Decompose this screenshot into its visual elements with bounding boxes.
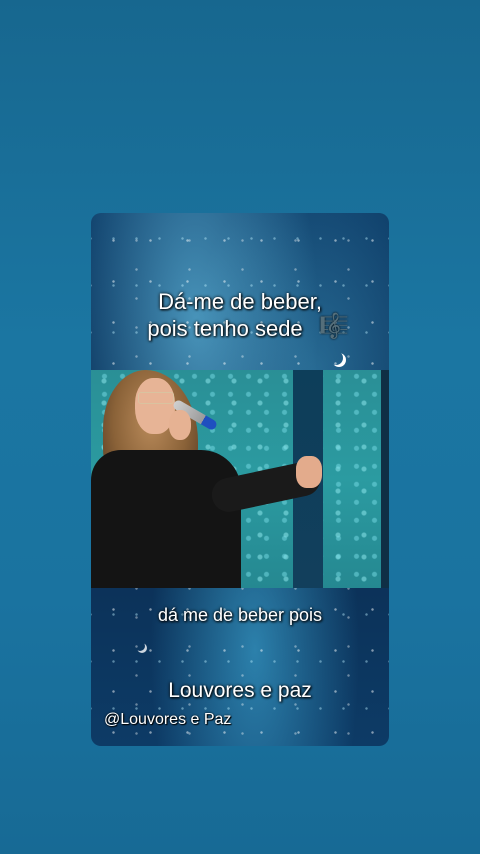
lyric-top-line-1: Dá-me de beber, (158, 289, 322, 314)
singer-video[interactable] (91, 370, 389, 588)
singer-body (91, 450, 241, 588)
crescent-moon-icon (329, 351, 343, 365)
lyric-top-line-2-text: pois tenho sede (147, 316, 303, 341)
music-notes-icon: 🎼 (319, 313, 349, 340)
channel-handle: @Louvores e Paz (104, 711, 232, 728)
singer-glasses (138, 392, 174, 404)
singer-mic-hand (169, 410, 191, 440)
lyric-bottom: dá me de beber pois (157, 605, 323, 625)
stage-pillar (381, 370, 389, 588)
crescent-moon-icon (135, 641, 145, 651)
channel-title: Louvores e paz (168, 679, 312, 702)
singer-raised-hand (296, 456, 322, 488)
video-card[interactable]: Dá-me de beber, pois tenho sede 🎼 dá me … (91, 213, 389, 746)
